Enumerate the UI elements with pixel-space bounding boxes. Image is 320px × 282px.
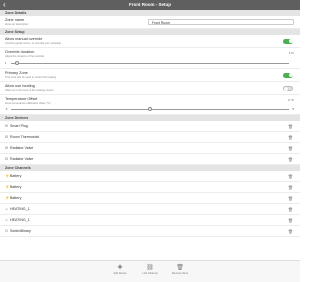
list-item[interactable]: ⊟ Smart Plug 🗑 <box>0 121 300 132</box>
list-item-label: SwitchBinary <box>10 229 31 233</box>
delete-icon[interactable]: 🗑 <box>288 218 293 223</box>
temperature-offset-slider-handle[interactable] <box>148 107 152 111</box>
link-icon: ⛓ <box>146 265 154 271</box>
list-item[interactable]: ⊟ Radiator Valve 🗑 <box>0 154 300 165</box>
trash-icon: 🗑 <box>176 265 184 271</box>
remove-zone-button[interactable]: 🗑 Remove Zone <box>165 265 195 275</box>
plus-icon: ✚ <box>117 265 123 271</box>
list-item-label: Radiator Valve <box>10 146 34 150</box>
allow-use-heating-row: Allow use heating Allow up to the zone o… <box>0 82 300 95</box>
list-item-label: Smart Plug <box>10 124 28 128</box>
plug-icon: ⊟ <box>5 124 9 128</box>
list-item-label: Room Thermostat <box>10 135 39 139</box>
list-item[interactable]: ⚡ Battery 🗑 <box>0 182 300 193</box>
bottom-toolbar: ✚ Add Device ⛓ Link Channel 🗑 Remove Zon… <box>0 260 300 282</box>
valve-icon: ⊟ <box>5 157 9 161</box>
override-duration-min: 1 <box>5 60 7 65</box>
primary-zone-toggle[interactable] <box>283 72 293 78</box>
delete-icon[interactable]: 🗑 <box>288 196 293 201</box>
override-duration-row: Override duration Adjust the duration of… <box>0 48 300 69</box>
zone-devices-list: ⊟ Smart Plug 🗑 ⊟ Room Thermostat 🗑 ⊟ Radiator V… <box>0 121 300 165</box>
override-duration-label: Override duration <box>5 50 35 54</box>
temperature-offset-label: Temperature Offset <box>5 97 38 101</box>
page-title: Front Room - Setup <box>129 2 171 7</box>
flame-icon: ♨ <box>5 218 9 222</box>
list-item[interactable]: ⊟ Radiator Valve 🗑 <box>0 143 300 154</box>
override-duration-slider-handle[interactable] <box>14 60 19 65</box>
manual-override-row: Allow manual override Controls gentle ro… <box>0 35 300 48</box>
temperature-offset-value: 0 °C <box>288 98 294 102</box>
delete-icon[interactable]: 🗑 <box>288 185 293 190</box>
primary-zone-description: This zone can be used to control the hea… <box>5 76 57 79</box>
title-bar: ‹ Front Room - Setup <box>0 0 300 10</box>
zone-name-label: Zone name <box>5 18 25 22</box>
list-item-label: Battery <box>10 196 22 200</box>
list-item-label: Radiator Valve <box>10 157 34 161</box>
delete-icon[interactable]: 🗑 <box>288 146 293 151</box>
override-duration-value: 1 hr <box>288 51 294 55</box>
allow-use-heating-toggle[interactable] <box>283 85 293 91</box>
battery-icon: ⚡ <box>5 196 10 200</box>
flame-icon: ♨ <box>5 207 9 211</box>
delete-icon[interactable]: 🗑 <box>288 135 293 140</box>
zone-channels-list: ⚡ Battery 🗑 ⚡ Battery 🗑 ⚡ Battery 🗑 ♨ HEATING_1 🗑 ♨ H… <box>0 171 300 237</box>
list-item[interactable]: ♨ HEATING_1 🗑 <box>0 204 300 215</box>
allow-use-heating-label: Allow use heating <box>5 84 35 88</box>
temperature-offset-row: Temperature Offset Zone temperature cali… <box>0 95 300 115</box>
list-item[interactable]: ⚡ Battery 🗑 <box>0 171 300 182</box>
override-duration-slider[interactable] <box>11 62 289 64</box>
add-device-button[interactable]: ✚ Add Device <box>105 265 135 275</box>
setup-content[interactable]: Zone Details Zone name Zone set descript… <box>0 10 300 260</box>
manual-override-toggle[interactable] <box>283 38 293 44</box>
list-item-label: Battery <box>10 185 22 189</box>
switch-icon: ⏻ <box>5 229 8 233</box>
zone-name-input[interactable]: Front Room <box>148 19 294 25</box>
override-duration-description: Adjust the duration of the override <box>5 55 44 58</box>
delete-icon[interactable]: 🗑 <box>288 207 293 212</box>
link-channel-button[interactable]: ⛓ Link Channel <box>135 265 165 275</box>
zone-name-description: Zone set description <box>5 23 29 26</box>
temperature-offset-max: 5 <box>292 107 294 111</box>
delete-icon[interactable]: 🗑 <box>288 229 293 234</box>
manual-override-description: Controls gentle rooms, or override your … <box>5 42 62 45</box>
primary-zone-row: Primary Zone This zone can be used to co… <box>0 69 300 82</box>
battery-icon: ⚡ <box>5 185 10 189</box>
delete-icon[interactable]: 🗑 <box>288 124 293 129</box>
list-item[interactable]: ⏻ SwitchBinary 🗑 <box>0 226 300 237</box>
primary-zone-label: Primary Zone <box>5 71 28 75</box>
list-item-label: HEATING_1 <box>10 218 30 222</box>
list-item-label: HEATING_1 <box>10 207 30 211</box>
manual-override-label: Allow manual override <box>5 37 43 41</box>
thermostat-icon: ⊟ <box>5 135 9 139</box>
zone-name-row: Zone name Zone set description Front Roo… <box>0 16 300 29</box>
delete-icon[interactable]: 🗑 <box>288 174 293 179</box>
temperature-offset-min: -5 <box>5 107 8 111</box>
valve-icon: ⊟ <box>5 146 9 150</box>
list-item[interactable]: ⚡ Battery 🗑 <box>0 193 300 204</box>
list-item[interactable]: ⊟ Room Thermostat 🗑 <box>0 132 300 143</box>
delete-icon[interactable]: 🗑 <box>288 157 293 162</box>
list-item[interactable]: ♨ HEATING_1 🗑 <box>0 215 300 226</box>
allow-use-heating-description: Allow up to the zone of the heating cont… <box>5 89 54 92</box>
battery-icon: ⚡ <box>5 174 10 178</box>
list-item-label: Battery <box>10 174 22 178</box>
temperature-offset-description: Zone temperature calibration offset (°C) <box>5 102 51 105</box>
